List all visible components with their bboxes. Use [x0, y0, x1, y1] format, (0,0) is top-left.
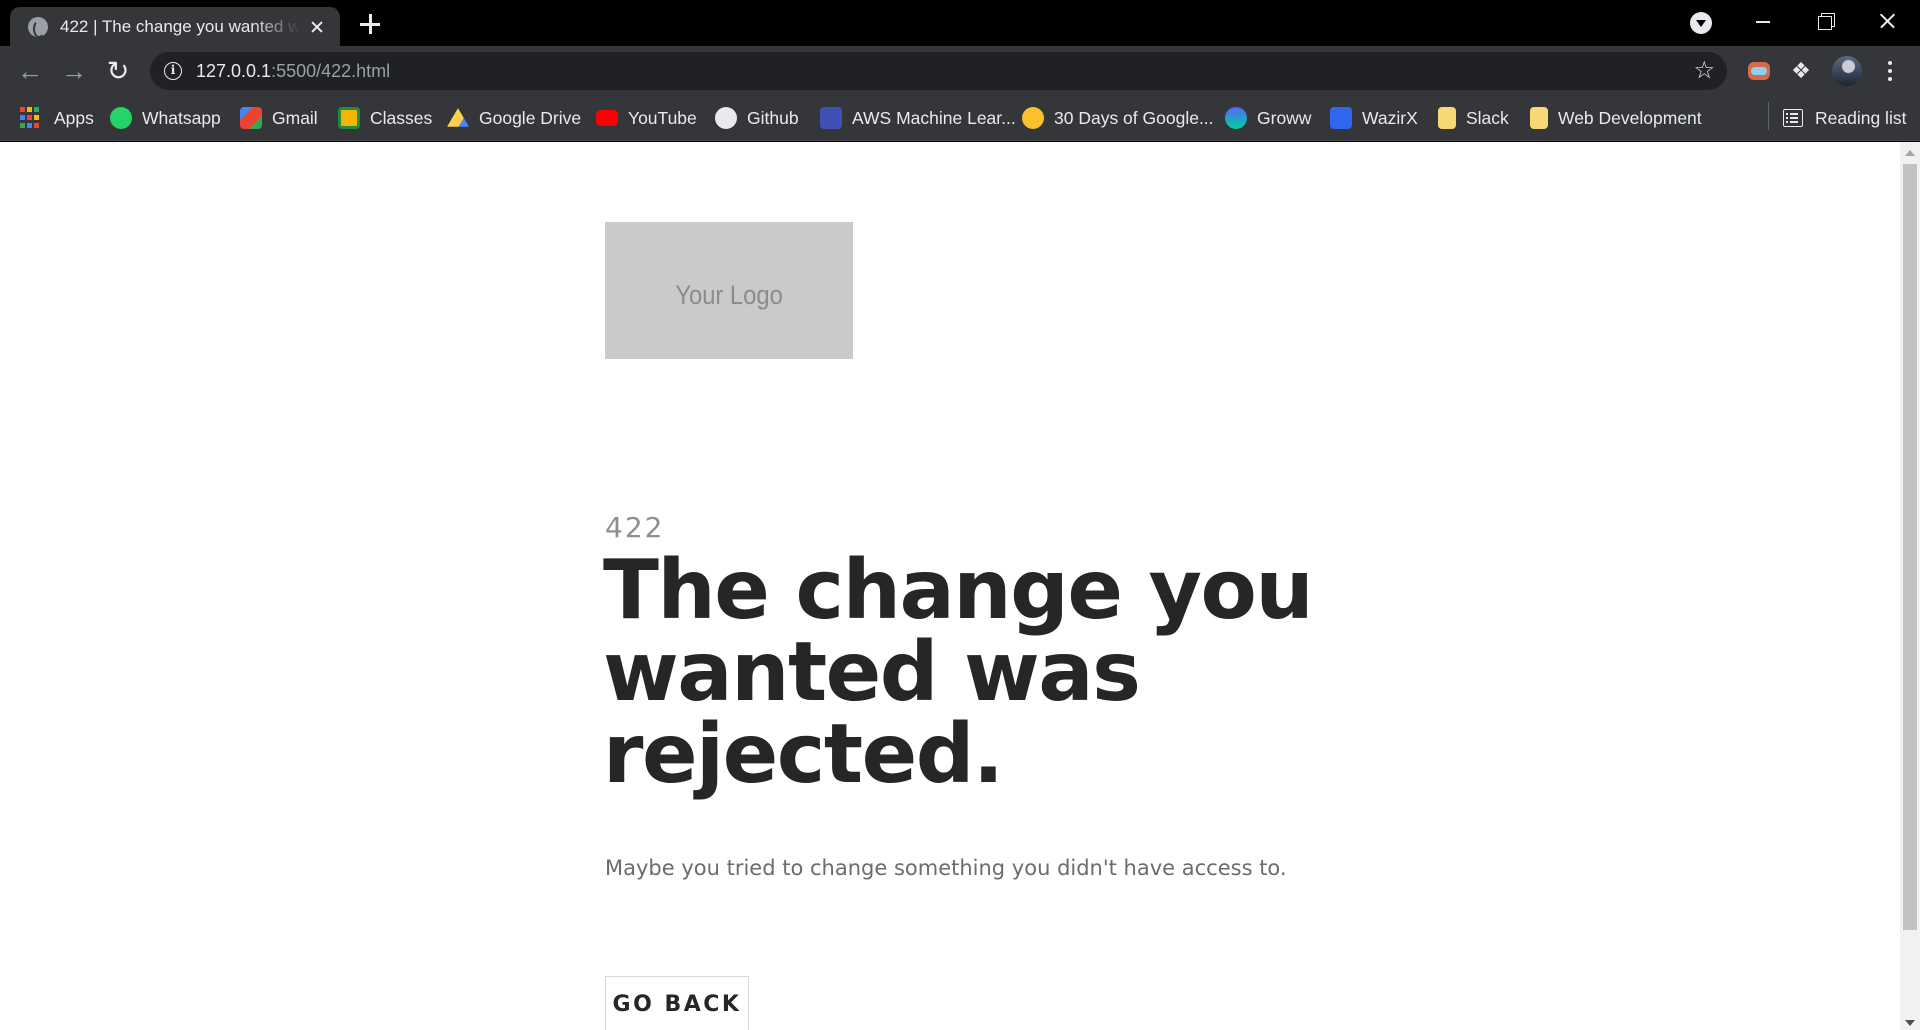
reading-list-button[interactable]: Reading list	[1783, 96, 1906, 140]
extensions-puzzle-icon[interactable]: ❖	[1786, 56, 1816, 86]
bookmark-label: Whatsapp	[142, 107, 221, 128]
scroll-down-arrow-icon[interactable]	[1905, 1020, 1915, 1026]
bookmark-label: Groww	[1257, 107, 1312, 128]
browser-toolbar: ← → ↻ i 127.0.0.1:5500/422.html ☆ ❖	[0, 46, 1920, 96]
bookmark-gmail[interactable]: Gmail	[240, 96, 318, 140]
reading-list-label: Reading list	[1815, 107, 1907, 128]
groww-icon	[1225, 107, 1247, 129]
url-path: :5500/422.html	[271, 61, 391, 81]
minimize-button[interactable]	[1732, 0, 1794, 44]
apps-grid-icon	[20, 107, 42, 129]
globe-icon	[28, 16, 48, 38]
forward-arrow-icon[interactable]: →	[59, 56, 89, 86]
page-scrollbar[interactable]	[1900, 142, 1920, 1030]
bookmark-github[interactable]: Github	[715, 96, 799, 140]
logo-placeholder: Your Logo	[605, 222, 853, 359]
reload-icon[interactable]: ↻	[103, 56, 133, 86]
bookmark-30-days-google[interactable]: 30 Days of Google...	[1022, 96, 1214, 140]
new-tab-button[interactable]	[357, 11, 383, 37]
url-host: 127.0.0.1	[196, 61, 272, 81]
go-back-button[interactable]: GO BACK	[605, 976, 749, 1030]
aws-icon	[820, 107, 842, 129]
browser-tab-active[interactable]: 422 | The change you wanted was rejected…	[10, 7, 340, 46]
bookmark-label: AWS Machine Lear...	[852, 107, 1016, 128]
page-viewport: Your Logo 422 The change you wanted was …	[0, 142, 1900, 1030]
reading-list-icon	[1783, 109, 1803, 127]
bookmark-label: Google Drive	[479, 107, 582, 128]
bookmark-youtube[interactable]: YouTube	[596, 96, 697, 140]
bookmark-label: Gmail	[272, 107, 318, 128]
restore-button[interactable]	[1794, 0, 1856, 44]
folder-icon	[1438, 107, 1456, 129]
bookmarks-bar: Apps Whatsapp Gmail Classes Google Drive…	[0, 96, 1920, 141]
close-window-button[interactable]	[1856, 0, 1918, 44]
bookmark-whatsapp[interactable]: Whatsapp	[110, 96, 221, 140]
scrollbar-thumb[interactable]	[1903, 164, 1917, 930]
menu-kebab-icon[interactable]	[1880, 59, 1900, 83]
extension-icon[interactable]	[1744, 56, 1774, 86]
bookmark-label: Slack	[1466, 107, 1509, 128]
folder-icon	[1530, 107, 1548, 129]
close-tab-icon[interactable]	[306, 16, 328, 38]
bookmark-wazirx[interactable]: WazirX	[1330, 96, 1418, 140]
bookmark-google-drive[interactable]: Google Drive	[447, 96, 581, 140]
bookmark-label: Github	[747, 107, 799, 128]
drive-icon	[447, 108, 469, 127]
error-description: Maybe you tried to change something you …	[605, 856, 1287, 880]
bookmark-apps[interactable]: Apps	[20, 96, 94, 140]
profile-avatar[interactable]	[1832, 56, 1862, 86]
logo-text: Your Logo	[675, 280, 783, 310]
error-code: 422	[605, 511, 665, 544]
back-arrow-icon[interactable]: ←	[15, 56, 45, 86]
bookmark-star-icon[interactable]: ☆	[1693, 56, 1715, 86]
bookmarks-divider	[1768, 102, 1769, 130]
bookmark-folder-slack[interactable]: Slack	[1438, 96, 1509, 140]
bookmark-classes[interactable]: Classes	[338, 96, 432, 140]
scroll-up-arrow-icon[interactable]	[1905, 150, 1915, 156]
bookmark-groww[interactable]: Groww	[1225, 96, 1311, 140]
whatsapp-icon	[110, 107, 132, 129]
bookmark-aws[interactable]: AWS Machine Lear...	[820, 96, 1016, 140]
bookmark-label: Apps	[54, 107, 94, 128]
bookmark-label: 30 Days of Google...	[1054, 107, 1214, 128]
github-icon	[715, 107, 737, 129]
bookmark-label: Classes	[370, 107, 433, 128]
url-text[interactable]: 127.0.0.1:5500/422.html	[196, 52, 390, 90]
site-info-icon[interactable]: i	[164, 62, 182, 80]
tab-title: 422 | The change you wanted was rejected…	[60, 16, 300, 36]
bookmark-label: Web Development	[1558, 107, 1702, 128]
tab-strip: 422 | The change you wanted was rejected…	[0, 0, 1920, 46]
page-title: The change you wanted was rejected.	[603, 543, 1314, 802]
gmail-icon	[240, 107, 262, 129]
youtube-icon	[596, 110, 618, 126]
address-bar[interactable]: i 127.0.0.1:5500/422.html ☆	[150, 52, 1727, 90]
tab-search-icon[interactable]	[1690, 12, 1712, 34]
classroom-icon	[338, 107, 360, 129]
wazirx-icon	[1330, 107, 1352, 129]
bookmark-folder-web-development[interactable]: Web Development	[1530, 96, 1702, 140]
google-30days-icon	[1022, 107, 1044, 129]
bookmark-label: WazirX	[1362, 107, 1418, 128]
bookmark-label: YouTube	[628, 107, 697, 128]
